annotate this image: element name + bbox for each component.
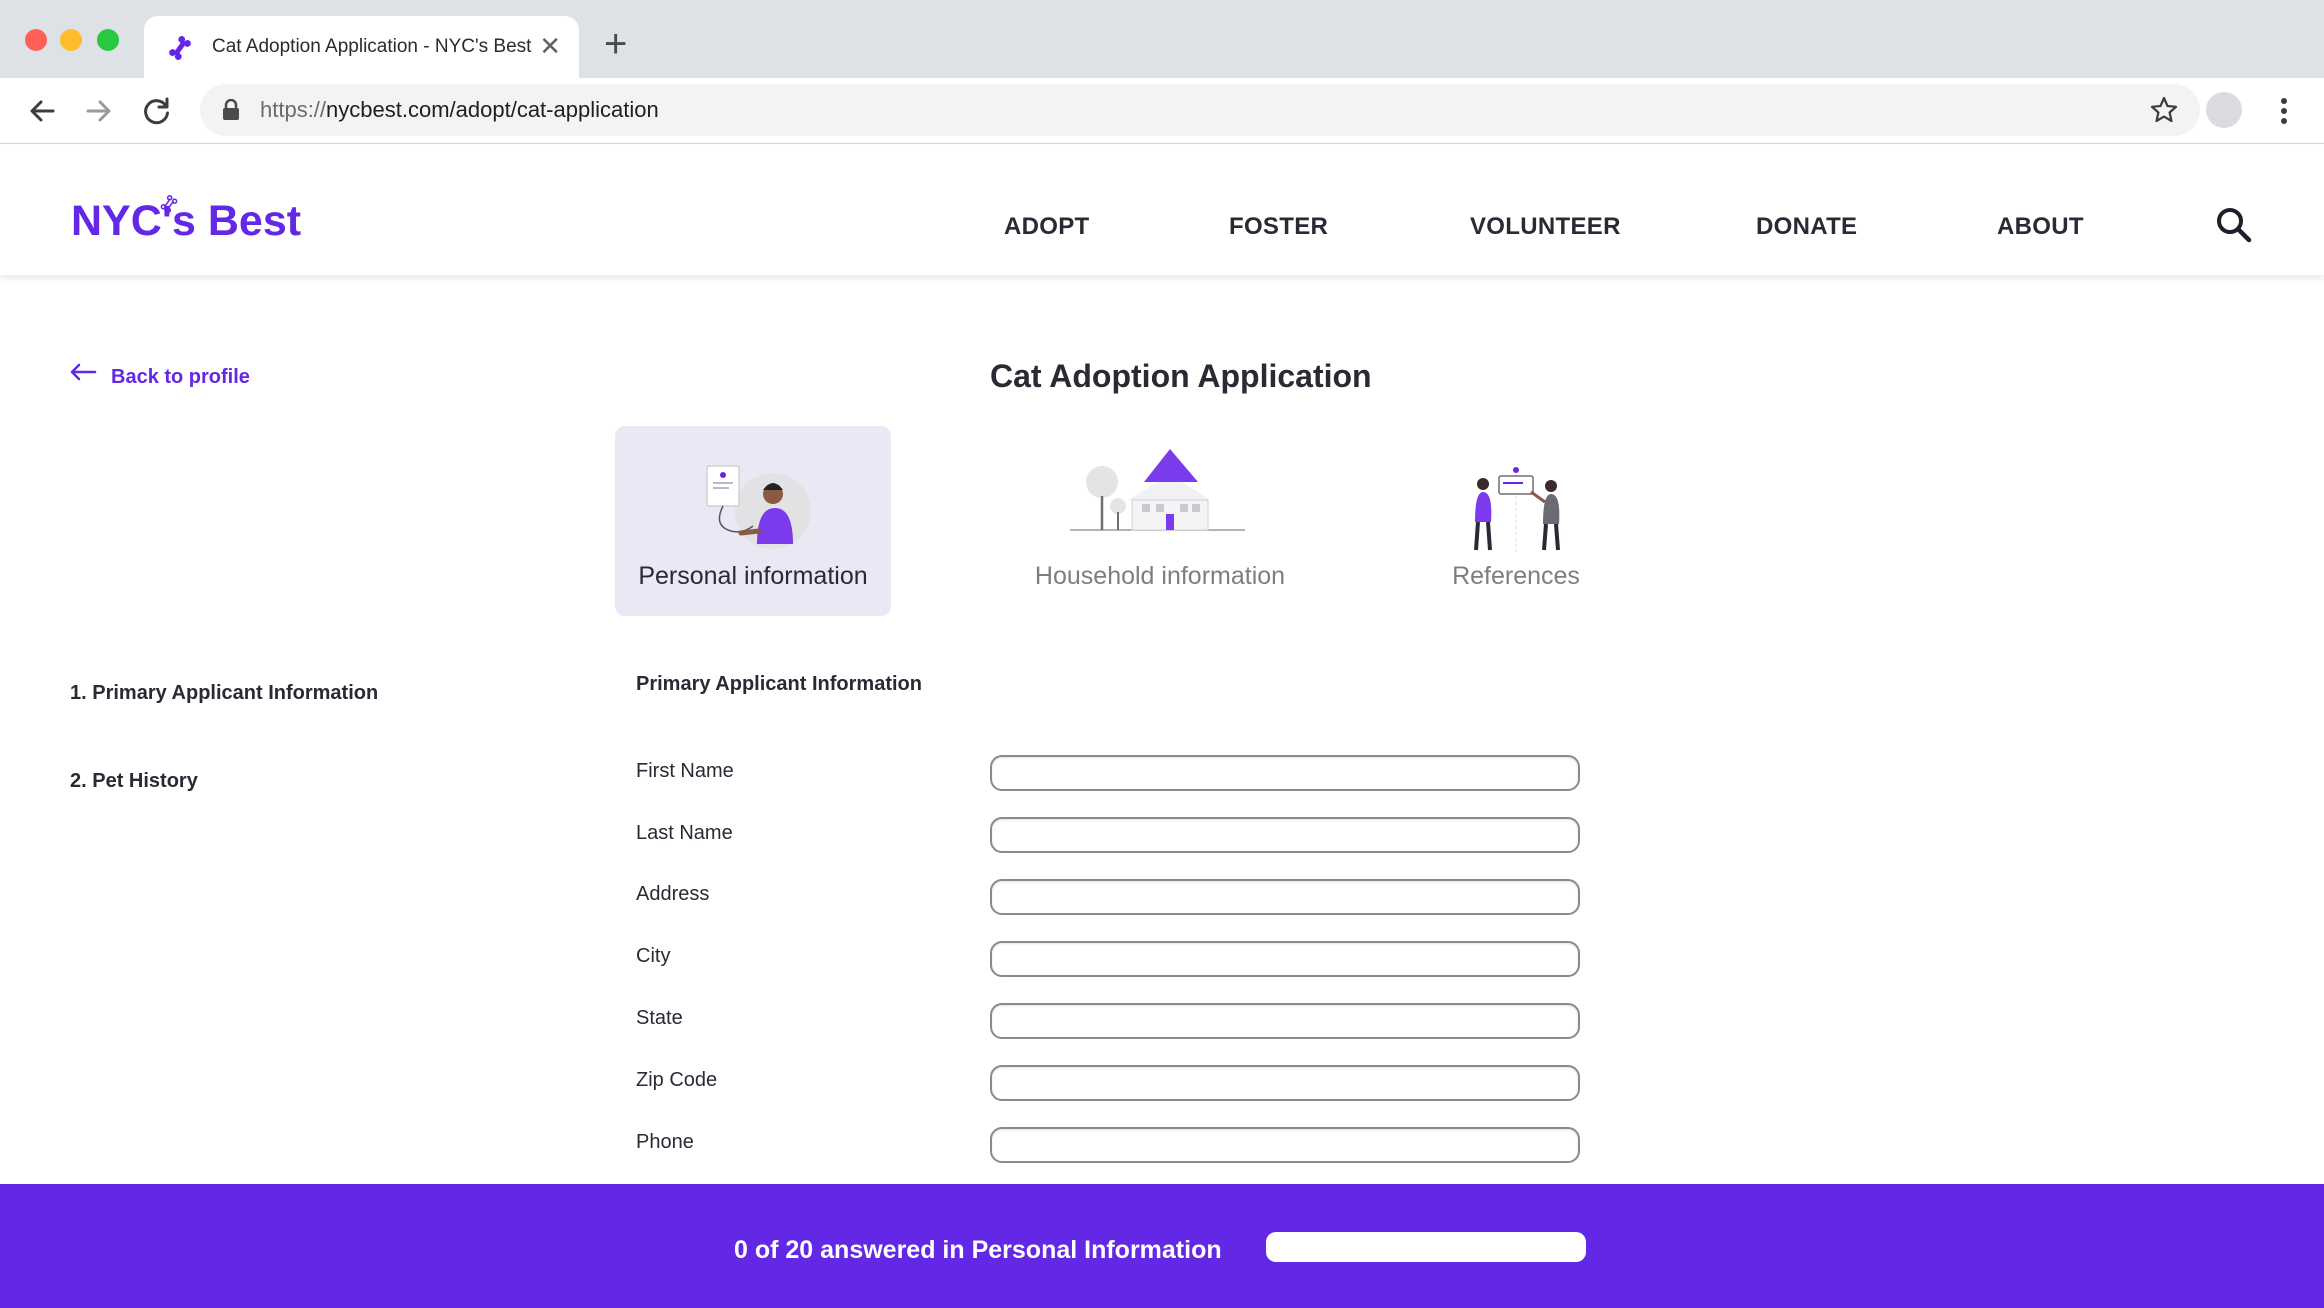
nav-adopt[interactable]: ADOPT (1004, 213, 1090, 241)
window-minimize-button[interactable] (60, 29, 82, 51)
section-heading: Primary Applicant Information (636, 673, 922, 695)
address-bar[interactable]: https://nycbest.com/adopt/cat-applicatio… (200, 84, 2200, 136)
nav-volunteer[interactable]: VOLUNTEER (1470, 213, 1621, 241)
lock-icon (223, 99, 239, 120)
close-icon[interactable]: ✕ (539, 30, 561, 62)
progress-track (1266, 1232, 1586, 1262)
first-name-label: First Name (636, 760, 734, 782)
phone-input[interactable] (990, 1127, 1580, 1163)
house-illustration-icon (1070, 449, 1245, 531)
back-arrow-icon[interactable] (25, 94, 59, 128)
nav-foster[interactable]: FOSTER (1229, 213, 1328, 241)
site-logo[interactable]: NYC's Best (71, 197, 301, 246)
last-name-input[interactable] (990, 817, 1580, 853)
side-nav-pet-history[interactable]: 2. Pet History (70, 770, 198, 793)
bone-favicon-icon (169, 36, 191, 60)
first-name-input[interactable] (990, 755, 1580, 791)
phone-label: Phone (636, 1131, 694, 1153)
search-icon[interactable] (2214, 205, 2254, 245)
site-header: NYC's Best ADOPT FOSTER VOLUNTEER DONATE… (0, 145, 2324, 275)
page-title: Cat Adoption Application (990, 358, 1372, 394)
more-menu-icon[interactable] (2272, 94, 2296, 128)
profile-avatar[interactable] (2206, 92, 2242, 128)
zip-code-input[interactable] (990, 1065, 1580, 1101)
step-references[interactable]: References (1378, 426, 1654, 616)
city-input[interactable] (990, 941, 1580, 977)
address-input[interactable] (990, 879, 1580, 915)
tab-title: Cat Adoption Application - NYC's Best (212, 36, 532, 57)
nav-about[interactable]: ABOUT (1997, 213, 2084, 241)
star-icon[interactable] (2150, 96, 2178, 124)
window-close-button[interactable] (25, 29, 47, 51)
city-label: City (636, 945, 671, 967)
browser-tab-strip: Cat Adoption Application - NYC's Best ✕ … (0, 0, 2324, 78)
progress-footer: 0 of 20 answered in Personal Information (0, 1184, 2324, 1308)
browser-toolbar: https://nycbest.com/adopt/cat-applicatio… (0, 78, 2324, 144)
person-illustration-icon (706, 465, 811, 549)
window-maximize-button[interactable] (97, 29, 119, 51)
zip-code-label: Zip Code (636, 1069, 718, 1091)
step-label: Personal information (638, 562, 868, 590)
step-label: Household information (1034, 562, 1286, 590)
step-household-information[interactable]: Household information (1022, 426, 1298, 616)
references-illustration-icon (1474, 467, 1560, 552)
step-label: References (1452, 562, 1580, 590)
progress-text: 0 of 20 answered in Personal Information (734, 1236, 1222, 1264)
reload-icon[interactable] (140, 94, 174, 128)
back-to-profile-link[interactable]: Back to profile (69, 360, 250, 388)
plus-icon[interactable]: + (604, 24, 627, 64)
state-input[interactable] (990, 1003, 1580, 1039)
side-nav-primary-applicant[interactable]: 1. Primary Applicant Information (70, 682, 378, 705)
state-label: State (636, 1007, 683, 1029)
step-personal-information[interactable]: Personal information (615, 426, 891, 616)
back-arrow-icon (70, 363, 97, 380)
url-text: https://nycbest.com/adopt/cat-applicatio… (260, 97, 659, 122)
last-name-label: Last Name (636, 822, 733, 844)
browser-tab[interactable]: Cat Adoption Application - NYC's Best ✕ (144, 16, 579, 78)
back-link-label: Back to profile (111, 366, 250, 388)
address-label: Address (636, 883, 710, 905)
nav-donate[interactable]: DONATE (1756, 213, 1857, 241)
bone-icon (160, 195, 178, 213)
forward-arrow-icon[interactable] (82, 94, 116, 128)
